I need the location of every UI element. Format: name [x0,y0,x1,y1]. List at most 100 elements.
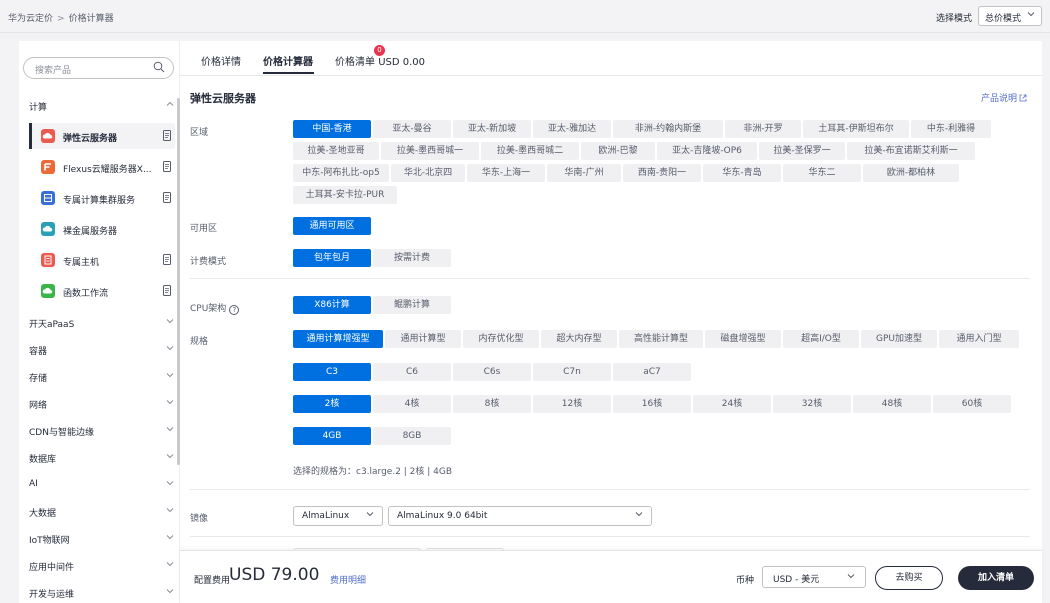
sidebar-item-functiongraph[interactable]: 函数工作流 [29,278,175,304]
region-option[interactable]: 非洲-开罗 [725,120,801,138]
region-option[interactable]: 华南-广州 [547,164,621,182]
spec-type-option[interactable]: 超高I/O型 [783,330,859,348]
region-option[interactable]: 拉美-圣地亚哥 [293,142,379,160]
category-middleware[interactable]: 应用中间件 [29,560,179,573]
spec-family-option[interactable]: aC7 [613,363,691,381]
spec-type-option[interactable]: 超大内存型 [541,330,617,348]
region-option[interactable]: 华东二 [783,164,861,182]
chevron-down-icon [166,587,174,598]
spec-type-option[interactable]: 通用计算型 [385,330,461,348]
spec-core-option[interactable]: 60核 [933,395,1011,413]
buy-button[interactable]: 去购买 [875,566,943,590]
breadcrumb: 华为云定价 > 价格计算器 [8,11,114,24]
currency-select[interactable]: USD - 美元 [762,566,866,588]
sidebar-item-flexus[interactable]: Flexus云耀服务器X... [29,154,175,180]
category-label: 开天aPaaS [29,320,75,330]
spec-type-option[interactable]: 内存优化型 [463,330,539,348]
region-option[interactable]: 拉美-墨西哥城二 [481,142,579,160]
category-cdn[interactable]: CDN与智能边缘 [29,425,179,438]
cpu-option[interactable]: X86计算 [293,296,371,314]
region-option[interactable]: 中东-阿布扎比-op5 [293,164,389,182]
spec-core-option[interactable]: 24核 [693,395,771,413]
category-network[interactable]: 网络 [29,398,179,411]
spec-type-option[interactable]: 通用计算增强型 [293,330,383,348]
document-icon[interactable] [163,161,171,172]
section-divider [190,489,1030,490]
document-icon[interactable] [163,130,171,141]
category-database[interactable]: 数据库 [29,452,179,465]
sidebar-item-label: 弹性云服务器 [63,134,118,144]
spec-core-option[interactable]: 8核 [453,395,531,413]
sidebar-item-ecs[interactable]: 弹性云服务器 [29,123,175,149]
spec-family-option[interactable]: C6s [453,363,531,381]
spec-family-option[interactable]: C6 [373,363,451,381]
fee-detail-link[interactable]: 费用明细 [330,573,366,586]
mode-select[interactable]: 总价模式 [978,6,1042,26]
spec-memory-option[interactable]: 4GB [293,427,371,445]
search-icon[interactable] [153,61,165,73]
region-option[interactable]: 非洲-约翰内斯堡 [613,120,723,138]
region-option[interactable]: 西南-贵阳一 [623,164,701,182]
spec-family-option[interactable]: C7n [533,363,611,381]
region-option[interactable]: 中国-香港 [293,120,371,138]
chevron-up-icon [166,100,174,111]
region-option[interactable]: 亚太-新加坡 [453,120,531,138]
active-tab-indicator [263,72,314,74]
region-option[interactable]: 土耳其-伊斯坦布尔 [803,120,909,138]
region-option[interactable]: 拉美-墨西哥城一 [381,142,479,160]
spec-core-option[interactable]: 12核 [533,395,611,413]
image-version-select[interactable]: AlmaLinux 9.0 64bit [388,506,652,526]
cpu-option[interactable]: 鲲鹏计算 [373,296,451,314]
region-option[interactable]: 欧洲-巴黎 [581,142,655,160]
category-container[interactable]: 容器 [29,344,179,357]
sidebar-item-bare-metal[interactable]: 裸金属服务器 [29,216,175,242]
question-icon[interactable]: ? [229,305,240,315]
tab-price-details[interactable]: 价格详情 [201,53,241,68]
spec-core-option[interactable]: 4核 [373,395,451,413]
search-input[interactable]: 搜索产品 [23,57,174,79]
spec-type-option[interactable]: 磁盘增强型 [705,330,781,348]
sidebar-item-dedicated-host[interactable]: 专属主机 [29,247,175,273]
region-option[interactable]: 拉美-圣保罗一 [759,142,845,160]
document-icon[interactable] [163,285,171,296]
spec-memory-option[interactable]: 8GB [373,427,451,445]
region-option[interactable]: 华北-北京四 [391,164,465,182]
category-devops[interactable]: 开发与运维 [29,587,179,600]
region-option[interactable]: 亚太-曼谷 [373,120,451,138]
billing-option[interactable]: 包年包月 [293,249,371,267]
tab-price-calculator[interactable]: 价格计算器 [263,53,313,68]
spec-type-option[interactable]: 高性能计算型 [619,330,703,348]
image-os-select[interactable]: AlmaLinux [293,506,383,526]
category-bigdata[interactable]: 大数据 [29,506,179,519]
billing-option[interactable]: 按需计费 [373,249,451,267]
document-icon[interactable] [163,192,171,203]
spec-core-option[interactable]: 48核 [853,395,931,413]
category-label: 存储 [29,374,48,384]
region-option[interactable]: 华东-上海一 [467,164,545,182]
category-ai[interactable]: AI [29,479,179,489]
region-option[interactable]: 拉美-布宜诺斯艾利斯一 [847,142,975,160]
spec-label: 规格 [190,337,209,347]
category-storage[interactable]: 存储 [29,371,179,384]
spec-type-option[interactable]: GPU加速型 [861,330,937,348]
spec-type-option[interactable]: 通用入门型 [939,330,1019,348]
sidebar-item-dedicated-cluster[interactable]: 专属计算集群服务 [29,185,175,211]
region-option[interactable]: 华东-青岛 [703,164,781,182]
category-apaas[interactable]: 开天aPaaS [29,317,179,330]
product-help-link[interactable]: 产品说明 [981,91,1027,104]
region-option[interactable]: 亚太-吉隆坡-OP6 [657,142,757,160]
region-option[interactable]: 亚太-雅加达 [533,120,611,138]
spec-core-option[interactable]: 2核 [293,395,371,413]
breadcrumb-root[interactable]: 华为云定价 [8,14,53,24]
az-option[interactable]: 通用可用区 [293,217,371,235]
document-icon[interactable] [163,254,171,265]
region-option[interactable]: 中东-利雅得 [911,120,991,138]
spec-family-option[interactable]: C3 [293,363,371,381]
category-iot[interactable]: IoT物联网 [29,533,179,546]
category-compute[interactable]: 计算 [29,100,179,113]
spec-core-option[interactable]: 16核 [613,395,691,413]
spec-core-option[interactable]: 32核 [773,395,851,413]
region-option[interactable]: 欧洲-都柏林 [863,164,959,182]
region-option[interactable]: 土耳其-安卡拉-PUR [293,186,397,204]
add-to-list-button[interactable]: 加入清单 [958,566,1034,590]
